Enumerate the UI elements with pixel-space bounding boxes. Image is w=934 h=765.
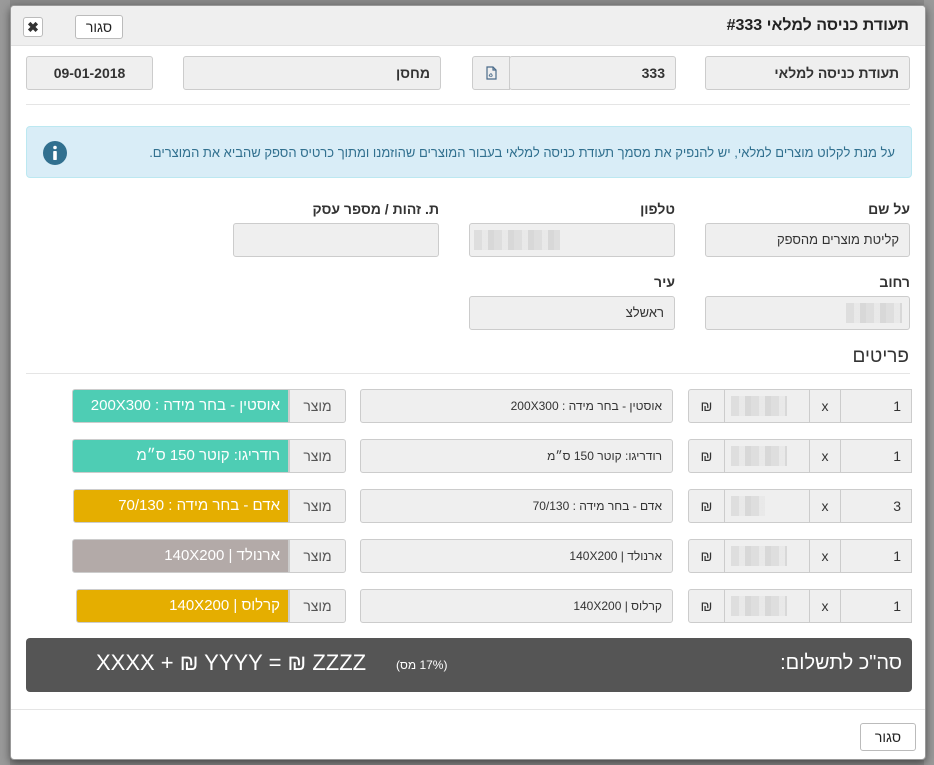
product-label: מוצר [289, 439, 346, 473]
item-row: 1 x ₪ ארנולד | 140X200 מוצר ארנולד | 140X200 [11, 539, 925, 575]
name-field[interactable]: קליטת מוצרים מהספק [705, 223, 910, 257]
item-description-field[interactable]: אוסטין - בחר מידה : 200X300 [360, 389, 673, 423]
total-expression: XXXX + ₪ YYYY = ₪ ZZZZ [96, 650, 367, 675]
currency-addon: ₪ [688, 439, 725, 473]
item-price-field[interactable] [724, 389, 810, 423]
doc-type-field: תעודת כניסה למלאי [705, 56, 910, 90]
item-description-field[interactable]: אדם - בחר מידה : 70/130 [360, 489, 673, 523]
item-price-field[interactable] [724, 439, 810, 473]
product-label: מוצר [289, 389, 346, 423]
product-select[interactable]: רודריגו: קוטר 150 ס״מ [72, 439, 289, 473]
times-addon: x [809, 539, 841, 573]
item-quantity-value: 1 [893, 398, 901, 414]
item-row: 3 x ₪ אדם - בחר מידה : 70/130 מוצר אדם - בחר … [11, 489, 925, 525]
doc-number-value: 333 [641, 65, 665, 81]
warehouse-field: מחסן [183, 56, 441, 90]
item-description-field[interactable]: קרלוס | 140X200 [360, 589, 673, 623]
background-strip [0, 0, 10, 765]
footer-close-button[interactable]: סגור [860, 723, 916, 751]
modal-title: תעודת כניסה למלאי #333 [726, 17, 909, 34]
vat-note: (17% מס) [396, 658, 448, 672]
times-addon: x [809, 589, 841, 623]
item-quantity-value: 1 [893, 598, 901, 614]
info-circle-icon [43, 141, 67, 165]
date-field: 09-01-2018 [26, 56, 153, 90]
name-label: על שם [868, 201, 910, 217]
item-price-field[interactable] [724, 589, 810, 623]
currency-addon: ₪ [688, 389, 725, 423]
redacted-price [731, 396, 787, 416]
item-quantity-value: 3 [893, 498, 901, 514]
redacted-street [846, 303, 902, 323]
city-field[interactable]: ראשלצ [469, 296, 675, 330]
currency-addon: ₪ [688, 539, 725, 573]
items-title: פריטים [852, 346, 909, 367]
street-field[interactable] [705, 296, 910, 330]
product-select[interactable]: אדם - בחר מידה : 70/130 [73, 489, 289, 523]
redacted-price [731, 596, 787, 616]
doc-number-field: 333 [509, 56, 676, 90]
modal-header: תעודת כניסה למלאי #333 סגור ✖ [11, 6, 925, 46]
redacted-phone [474, 230, 560, 250]
phone-label: טלפון [640, 201, 675, 217]
item-row: 1 x ₪ קרלוס | 140X200 מוצר קרלוס | 140X200 [11, 589, 925, 625]
product-select[interactable]: אוסטין - בחר מידה : 200X300 [72, 389, 289, 423]
item-row: 1 x ₪ רודריגו: קוטר 150 ס״מ מוצר רודריגו: קוט… [11, 439, 925, 475]
pdf-icon [486, 66, 497, 80]
id-field[interactable] [233, 223, 439, 257]
phone-field[interactable] [469, 223, 675, 257]
item-description-field[interactable]: רודריגו: קוטר 150 ס״מ [360, 439, 673, 473]
item-row: 1 x ₪ אוסטין - בחר מידה : 200X300 מוצר אוסטין… [11, 389, 925, 425]
header-close-button[interactable]: סגור [75, 15, 123, 39]
item-quantity-value: 1 [893, 448, 901, 464]
currency-addon: ₪ [688, 489, 725, 523]
total-bar: סה"כ לתשלום: XXXX + ₪ YYYY = ₪ ZZZZ (17%… [26, 638, 912, 692]
times-addon: x [809, 389, 841, 423]
redacted-price [731, 446, 787, 466]
close-icon[interactable]: ✖ [23, 17, 43, 37]
item-description-field[interactable]: ארנולד | 140X200 [360, 539, 673, 573]
id-label: ת. זהות / מספר עסק [312, 201, 439, 217]
times-addon: x [809, 489, 841, 523]
redacted-price [731, 546, 787, 566]
divider [26, 373, 910, 374]
product-label: מוצר [289, 489, 346, 523]
info-alert: על מנת לקלוט מוצרים למלאי, יש להנפיק את … [26, 126, 912, 178]
modal-footer: סגור [11, 709, 925, 759]
product-select[interactable]: ארנולד | 140X200 [72, 539, 289, 573]
document-modal: תעודת כניסה למלאי #333 סגור ✖ תעודת כניס… [10, 5, 926, 760]
item-price-field[interactable] [724, 539, 810, 573]
currency-addon: ₪ [688, 589, 725, 623]
redacted-price [731, 496, 765, 516]
product-select[interactable]: קרלוס | 140X200 [76, 589, 289, 623]
item-quantity-value: 1 [893, 548, 901, 564]
times-addon: x [809, 439, 841, 473]
product-label: מוצר [289, 589, 346, 623]
info-alert-text: על מנת לקלוט מוצרים למלאי, יש להנפיק את … [149, 145, 895, 160]
street-label: רחוב [879, 274, 910, 290]
item-price-field[interactable] [724, 489, 810, 523]
pdf-button[interactable] [472, 56, 510, 90]
product-label: מוצר [289, 539, 346, 573]
total-label: סה"כ לתשלום: [780, 652, 902, 674]
divider [26, 104, 910, 105]
city-label: עיר [654, 274, 675, 290]
